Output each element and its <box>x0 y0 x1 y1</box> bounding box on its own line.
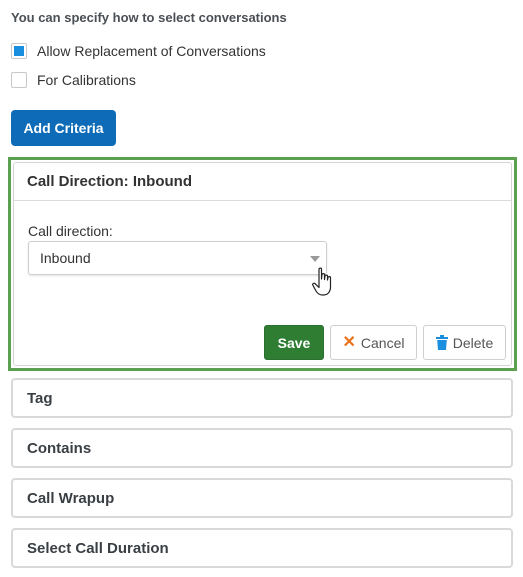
criteria-panel-call-duration[interactable]: Select Call Duration <box>11 528 513 568</box>
option-label: For Calibrations <box>37 72 136 88</box>
delete-label: Delete <box>452 334 494 351</box>
panel-title: Call Wrapup <box>27 489 115 507</box>
hand-cursor-icon <box>312 267 332 296</box>
delete-button[interactable]: Delete <box>423 325 506 360</box>
checkbox-allow-replacement[interactable] <box>11 43 27 59</box>
save-button[interactable]: Save <box>264 325 324 360</box>
add-criteria-button[interactable]: Add Criteria <box>11 110 116 146</box>
active-criteria-panel-highlight: Call Direction: Inbound Call direction: … <box>8 157 517 371</box>
panel-title: Select Call Duration <box>27 539 169 557</box>
call-direction-select[interactable]: Inbound <box>28 241 327 275</box>
option-label: Allow Replacement of Conversations <box>37 43 266 59</box>
call-direction-label: Call direction: <box>28 223 113 239</box>
panel-title: Tag <box>27 389 53 407</box>
cancel-button[interactable]: ✕ Cancel <box>330 325 417 360</box>
cancel-label: Cancel <box>360 334 405 351</box>
select-value: Inbound <box>40 250 91 266</box>
save-label: Save <box>277 334 311 351</box>
checkbox-for-calibrations[interactable] <box>11 72 27 88</box>
panel-title: Contains <box>27 439 92 457</box>
call-direction-panel: Call Direction: Inbound Call direction: … <box>13 162 512 366</box>
panel-title: Call Direction: Inbound <box>27 173 192 190</box>
criteria-panel-contains[interactable]: Contains <box>11 428 513 468</box>
criteria-panel-call-wrapup[interactable]: Call Wrapup <box>11 478 513 518</box>
trash-icon <box>435 335 448 350</box>
option-allow-replacement[interactable]: Allow Replacement of Conversations <box>11 43 266 59</box>
criteria-panel-tag[interactable]: Tag <box>11 378 513 418</box>
chevron-down-icon <box>310 256 320 262</box>
page-heading: You can specify how to select conversati… <box>11 10 287 25</box>
option-for-calibrations[interactable]: For Calibrations <box>11 72 136 88</box>
panel-header[interactable]: Call Direction: Inbound <box>14 163 511 201</box>
close-icon: ✕ <box>342 333 356 351</box>
